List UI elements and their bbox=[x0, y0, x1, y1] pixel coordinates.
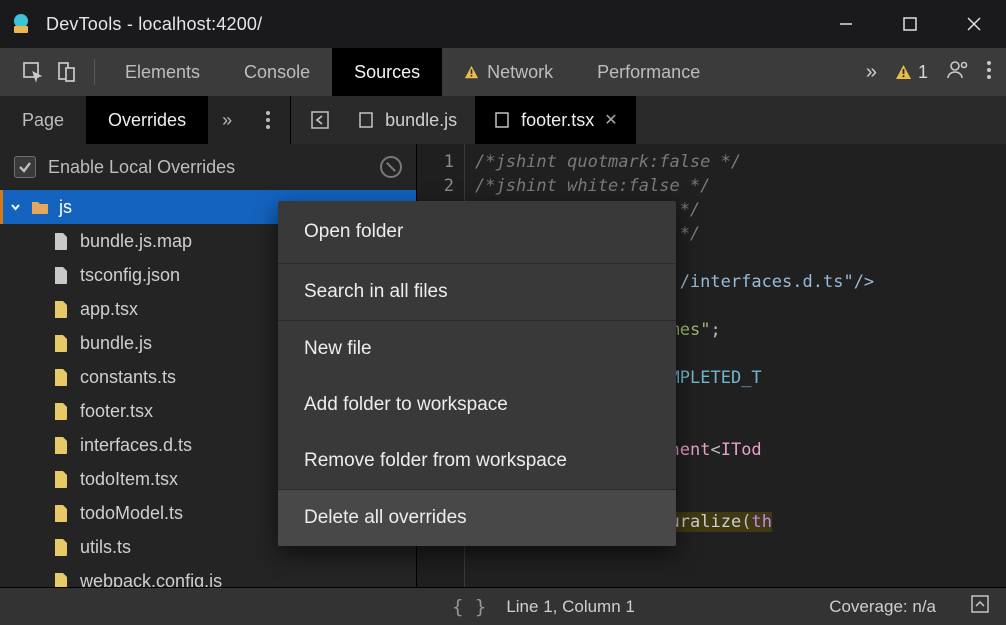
account-icon[interactable] bbox=[946, 59, 968, 86]
file-icon bbox=[52, 334, 70, 352]
more-panes-chevron-icon[interactable]: » bbox=[208, 96, 246, 144]
status-bar: { } Line 1, Column 1 Coverage: n/a bbox=[0, 587, 1006, 625]
warning-count-badge[interactable]: 1 bbox=[895, 62, 928, 83]
file-icon bbox=[52, 436, 70, 454]
main-tab-performance[interactable]: Performance bbox=[575, 48, 722, 96]
warning-count: 1 bbox=[918, 62, 928, 83]
enable-overrides-checkbox[interactable] bbox=[14, 156, 36, 178]
file-name: constants.ts bbox=[80, 367, 176, 388]
context-menu-item[interactable]: New file bbox=[278, 321, 676, 377]
title-bar: DevTools - localhost:4200/ bbox=[0, 0, 1006, 48]
navigator-tab-page[interactable]: Page bbox=[0, 96, 86, 144]
minimize-button[interactable] bbox=[814, 0, 878, 48]
file-icon bbox=[52, 470, 70, 488]
file-name: todoItem.tsx bbox=[80, 469, 178, 490]
file-name: webpack.config.js bbox=[80, 571, 222, 588]
context-menu-item[interactable]: Remove folder from workspace bbox=[278, 433, 676, 489]
file-icon bbox=[357, 111, 375, 129]
file-tab[interactable]: bundle.js bbox=[339, 96, 475, 144]
file-name: interfaces.d.ts bbox=[80, 435, 192, 456]
context-menu-item[interactable]: Open folder bbox=[278, 201, 676, 263]
file-icon bbox=[52, 538, 70, 556]
file-row[interactable]: webpack.config.js bbox=[0, 564, 416, 587]
kebab-menu-icon[interactable] bbox=[986, 60, 992, 85]
context-menu-item[interactable]: Delete all overrides bbox=[278, 490, 676, 546]
main-tab-console[interactable]: Console bbox=[222, 48, 332, 96]
app-icon bbox=[10, 13, 32, 35]
main-toolbar: ElementsConsoleSourcesNetworkPerformance… bbox=[0, 48, 1006, 96]
enable-overrides-label: Enable Local Overrides bbox=[48, 157, 235, 178]
context-menu-item[interactable]: Search in all files bbox=[278, 264, 676, 320]
file-icon bbox=[52, 504, 70, 522]
file-icon bbox=[52, 402, 70, 420]
main-tab-network[interactable]: Network bbox=[442, 48, 575, 96]
maximize-button[interactable] bbox=[878, 0, 942, 48]
navigator-menu-icon[interactable] bbox=[246, 96, 290, 144]
file-icon bbox=[493, 111, 511, 129]
pretty-print-icon[interactable]: { } bbox=[452, 596, 486, 618]
coverage-status: Coverage: n/a bbox=[829, 597, 936, 617]
close-tab-icon[interactable]: ✕ bbox=[604, 110, 617, 130]
navigator-tab-overrides[interactable]: Overrides bbox=[86, 96, 208, 144]
cursor-position: Line 1, Column 1 bbox=[506, 597, 635, 617]
nav-history-icon[interactable] bbox=[303, 102, 339, 138]
file-tab-label: bundle.js bbox=[385, 110, 457, 131]
file-name: utils.ts bbox=[80, 537, 131, 558]
folder-name: js bbox=[59, 197, 72, 218]
window-title: DevTools - localhost:4200/ bbox=[46, 14, 262, 35]
file-name: todoModel.ts bbox=[80, 503, 183, 524]
inspect-element-icon[interactable] bbox=[16, 57, 50, 87]
file-icon bbox=[52, 368, 70, 386]
file-tab-label: footer.tsx bbox=[521, 110, 594, 131]
main-tab-elements[interactable]: Elements bbox=[103, 48, 222, 96]
more-tabs-chevron-icon[interactable]: » bbox=[866, 61, 877, 84]
context-menu: Open folderSearch in all filesNew fileAd… bbox=[278, 201, 676, 546]
file-name: bundle.js.map bbox=[80, 231, 192, 252]
expand-up-icon[interactable] bbox=[970, 594, 990, 619]
navigator-tabs: PageOverrides » bundle.js footer.tsx ✕ bbox=[0, 96, 1006, 144]
file-tab[interactable]: footer.tsx ✕ bbox=[475, 96, 635, 144]
file-name: app.tsx bbox=[80, 299, 138, 320]
file-icon bbox=[52, 300, 70, 318]
file-name: footer.tsx bbox=[80, 401, 153, 422]
clear-icon[interactable] bbox=[380, 156, 402, 178]
file-icon bbox=[52, 232, 70, 250]
main-tab-sources[interactable]: Sources bbox=[332, 48, 442, 96]
device-toolbar-icon[interactable] bbox=[50, 57, 84, 87]
file-name: bundle.js bbox=[80, 333, 152, 354]
file-name: tsconfig.json bbox=[80, 265, 180, 286]
file-icon bbox=[52, 572, 70, 587]
file-icon bbox=[52, 266, 70, 284]
folder-icon bbox=[31, 198, 49, 216]
context-menu-item[interactable]: Add folder to workspace bbox=[278, 377, 676, 433]
close-button[interactable] bbox=[942, 0, 1006, 48]
